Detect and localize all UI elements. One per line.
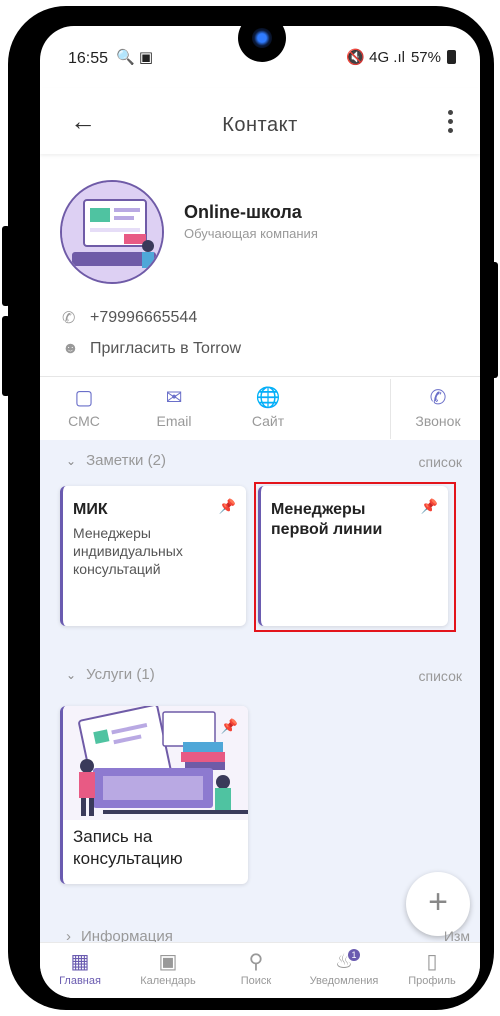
note-card-mik[interactable]: МИК 📌 Менеджеры индивидуальных консульта… bbox=[60, 486, 246, 626]
note-body-line: Менеджеры bbox=[73, 525, 151, 541]
grid-icon: ▦ bbox=[70, 951, 90, 973]
notes-section-header[interactable]: ⌄ Заметки (2) bbox=[66, 452, 166, 469]
notes-header-label: Заметки (2) bbox=[86, 452, 166, 469]
bottom-nav: ▦ Главная ▣ Календарь ⚲ Поиск ♨ 1 Уведом… bbox=[40, 942, 480, 998]
pin-icon[interactable]: 📌 bbox=[219, 498, 236, 515]
battery-percent: 57% bbox=[410, 48, 441, 66]
site-button[interactable]: 🌐 Сайт bbox=[238, 385, 298, 429]
note-body: Менеджеры индивидуальных консультаций bbox=[73, 524, 183, 578]
phone-number: +79996665544 bbox=[90, 309, 198, 326]
nav-label: Главная bbox=[59, 975, 101, 987]
site-label: Сайт bbox=[251, 413, 285, 429]
note-body-line: консультаций bbox=[73, 561, 161, 577]
nav-label: Уведомления bbox=[309, 975, 379, 987]
chevron-down-icon: ⌄ bbox=[66, 668, 77, 682]
notification-badge: 1 bbox=[348, 949, 360, 961]
call-label: Звонок bbox=[415, 413, 461, 429]
status-time: 16:55 bbox=[68, 50, 109, 67]
services-header-label: Услуги (1) bbox=[86, 666, 155, 683]
nav-item-notifications[interactable]: ♨ 1 Уведомления bbox=[304, 949, 384, 987]
nav-item-home[interactable]: ▦ Главная bbox=[40, 949, 120, 987]
service-card[interactable]: 📌 Запись на консультацию bbox=[60, 706, 248, 884]
email-label: Email bbox=[156, 413, 192, 429]
sms-button[interactable]: ▢ СМС bbox=[54, 385, 114, 429]
calendar-icon: ▣ bbox=[158, 951, 178, 973]
status-left-icons: 🔍 ▣ bbox=[116, 49, 154, 66]
phone-small-icon: ✆ bbox=[62, 310, 76, 327]
call-button[interactable]: ✆ Звонок bbox=[408, 385, 468, 429]
company-subtitle: Обучающая компания bbox=[184, 226, 318, 241]
invite-label: Пригласить в Torrow bbox=[90, 340, 242, 357]
nav-item-search[interactable]: ⚲ Поиск bbox=[216, 949, 296, 987]
note-body-line: индивидуальных bbox=[73, 543, 183, 559]
battery-icon bbox=[447, 50, 456, 64]
signal-icon: 🔇 4G .ıl bbox=[346, 49, 405, 66]
email-button[interactable]: ✉ Email bbox=[144, 385, 204, 429]
add-fab-button[interactable]: + bbox=[406, 872, 470, 936]
services-list-link[interactable]: список bbox=[419, 668, 462, 684]
nav-label: Календарь bbox=[140, 975, 196, 987]
phone-row[interactable]: ✆ +79996665544 bbox=[62, 308, 197, 328]
nav-item-calendar[interactable]: ▣ Календарь bbox=[128, 949, 208, 987]
note-title: МИК bbox=[73, 501, 108, 518]
notes-list-link[interactable]: список bbox=[419, 454, 462, 470]
chevron-down-icon: ⌄ bbox=[66, 454, 77, 468]
service-title-line: консультацию bbox=[73, 849, 183, 868]
camera-lens bbox=[252, 28, 272, 48]
screen: 16:55 🔍 ▣ 🔇 4G .ıl 57% ← Контакт Online-… bbox=[40, 26, 480, 998]
side-button-right bbox=[490, 262, 498, 378]
action-divider bbox=[390, 379, 391, 439]
add-person-icon: ☻ bbox=[62, 340, 79, 357]
nav-label: Профиль bbox=[408, 975, 456, 987]
phone-icon: ✆ bbox=[429, 387, 447, 409]
front-camera bbox=[238, 14, 286, 62]
chat-icon: ▢ bbox=[74, 387, 94, 409]
more-vertical-icon[interactable] bbox=[448, 110, 454, 137]
nav-item-profile[interactable]: ▯ Профиль bbox=[392, 949, 472, 987]
action-bar: ▢ СМС ✉ Email 🌐 Сайт ✆ Звонок bbox=[40, 376, 480, 440]
bell-icon: ♨ bbox=[335, 951, 353, 973]
search-icon: ⚲ bbox=[248, 951, 264, 973]
profile-icon: ▯ bbox=[426, 951, 438, 973]
service-title-line: Запись на bbox=[73, 827, 153, 846]
selection-highlight bbox=[254, 482, 456, 632]
services-section-header[interactable]: ⌄ Услуги (1) bbox=[66, 666, 155, 683]
mail-icon: ✉ bbox=[165, 387, 183, 409]
sms-label: СМС bbox=[68, 413, 100, 429]
avatar[interactable] bbox=[60, 180, 164, 284]
status-right: 🔇 4G .ıl 57% bbox=[346, 48, 456, 66]
nav-label: Поиск bbox=[240, 975, 272, 987]
pin-icon[interactable]: 📌 bbox=[221, 718, 238, 735]
globe-icon: 🌐 bbox=[255, 387, 281, 409]
page-title: Контакт bbox=[222, 114, 298, 136]
side-button-left-top bbox=[2, 226, 10, 306]
service-title: Запись на консультацию bbox=[73, 826, 183, 870]
invite-row[interactable]: ☻ Пригласить в Torrow bbox=[62, 340, 241, 358]
side-button-left-bottom bbox=[2, 316, 10, 396]
company-name: Online-школа bbox=[184, 202, 302, 222]
app-bar: ← Контакт bbox=[40, 88, 480, 154]
avatar-illustration bbox=[62, 182, 162, 282]
